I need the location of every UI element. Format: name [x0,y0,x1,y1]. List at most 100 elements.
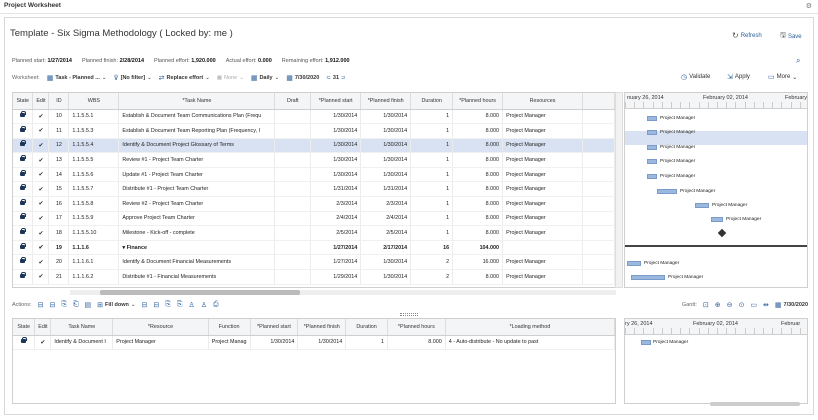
draft-cell[interactable] [274,225,312,241]
planned-start-cell[interactable]: 2/5/2014 [310,225,362,241]
replace-effort-dropdown[interactable]: ⇄ Replace effort ⌄ [159,74,210,82]
none-dropdown[interactable]: ▦ None ⌄ [217,75,244,81]
task-name-cell[interactable]: Review #1 - Project Team Charter [118,152,276,168]
planned-start-cell[interactable]: 1/31/2014 [310,181,362,198]
resource-cell[interactable]: Project Manager [112,335,209,351]
column-header[interactable]: *Resource [112,319,209,336]
more-button[interactable]: ▭ More ⌄ [768,73,797,81]
task-grid-vscroll[interactable] [615,92,623,288]
column-header[interactable]: *Planned start [250,319,299,336]
resources-cell[interactable] [502,240,583,256]
task-name-cell[interactable]: ▾ Finance [118,240,276,256]
edit-cell[interactable]: ✔ [32,138,50,154]
planned-finish-cell[interactable]: 1/30/2014 [360,123,412,139]
column-header[interactable]: *Planned hours [452,93,504,110]
resources-cell[interactable]: Project Manager [502,152,583,168]
table-row[interactable]: ✔ 13 1.1.5.5.5 Review #1 - Project Team Cha… [13,152,615,168]
planned-start-cell[interactable]: 1/30/2014 [310,152,362,168]
draft-cell[interactable] [274,240,312,256]
unlink-icon[interactable]: ⎘ [177,301,183,309]
column-header[interactable]: *Planned finish [297,319,347,336]
planned-hours-cell[interactable]: 8.000 [387,335,446,351]
duration-cell[interactable]: 1 [410,138,454,154]
resources-cell[interactable]: Project Manager [502,225,583,241]
duration-cell[interactable]: 2 [410,269,454,285]
edit-cell[interactable]: ✔ [32,167,50,183]
chevron-right-icon[interactable]: ⊃ [341,75,346,81]
draft-cell[interactable] [274,196,312,212]
search-zoom-icon[interactable]: ⌕ [796,56,800,66]
insert-above-icon[interactable]: ⊟ [49,301,55,309]
filter-dropdown[interactable]: ⊽ [No filter] ⌄ [113,74,151,82]
draft-cell[interactable] [274,167,312,183]
gantt-bar[interactable] [695,203,709,208]
column-header[interactable]: *Planned start [310,93,362,110]
resources-cell[interactable]: Project Manager [502,196,583,212]
column-header[interactable]: Duration [410,93,454,110]
daily-dropdown[interactable]: ▦ Daily ⌄ [251,74,279,82]
task-name-cell[interactable]: Identify & Document I [50,335,114,351]
settings-icon[interactable]: ⚙ [806,2,812,10]
planned-hours-cell[interactable]: 104.000 [452,240,504,256]
edit-cell[interactable]: ✔ [32,269,50,285]
loading-method-cell[interactable]: 4 - Auto-distribute - No update to past [445,335,615,351]
planned-start-cell[interactable]: 1/30/2014 [310,123,362,139]
planned-finish-cell[interactable]: 1/30/2014 [297,335,347,351]
date-picker[interactable]: ▦ 7/30/2020 [286,74,319,82]
task-name-cell[interactable]: Identify & Document Project Glossary of … [118,138,276,154]
resources-cell[interactable]: Project Manager [502,181,583,198]
edit-cell[interactable]: ✔ [32,109,50,125]
planned-finish-cell[interactable]: 1/30/2014 [360,254,412,271]
column-header[interactable]: State [13,93,34,110]
milestone-icon[interactable] [717,228,727,238]
column-header[interactable]: Function [208,319,251,336]
table-row[interactable]: ✔ 18 1.1.5.5.10 Milestone - Kick-off - comp… [13,225,615,241]
resources-cell[interactable]: Project Manager [502,167,583,183]
table-row[interactable]: ✔ 12 1.1.5.5.4 Identify & Document Project … [13,138,615,154]
planned-finish-cell[interactable]: 1/31/2014 [360,181,412,198]
column-header[interactable]: *Planned hours [387,319,446,336]
edit-cell[interactable]: ✔ [32,123,50,139]
gantt-bar[interactable] [711,217,723,222]
table-row[interactable]: ✔ 19 1.1.1.6 ▾ Finance 1/27/2014 2/17/2014 16 1… [13,240,615,256]
column-header[interactable]: *Task Name [118,93,276,110]
resources-cell[interactable]: Project Manager [502,211,583,227]
planned-hours-cell[interactable]: 16.000 [452,254,504,271]
planned-finish-cell[interactable]: 1/30/2014 [360,109,412,125]
planned-hours-cell[interactable]: 8.000 [452,196,504,212]
duration-cell[interactable]: 1 [410,225,454,241]
draft-cell[interactable] [274,109,312,125]
edit-cell[interactable]: ✔ [32,240,50,256]
copy-icon[interactable]: ⎘ [61,301,67,309]
resources-cell[interactable]: Project Manager [502,254,583,271]
planned-start-cell[interactable]: 1/30/2014 [310,109,362,125]
planned-start-cell[interactable]: 1/30/2014 [250,335,299,351]
gantt-bar[interactable] [627,261,641,266]
gantt-hscroll[interactable] [710,402,800,406]
planned-finish-cell[interactable]: 2/5/2014 [360,225,412,241]
column-header[interactable]: Task Name [50,319,114,336]
column-header[interactable]: Draft [274,93,312,110]
chevron-left-icon[interactable]: ⊂ [326,75,331,81]
assign-icon[interactable]: ♙ [201,301,207,309]
save-button[interactable]: 🖫 Save [780,31,802,42]
column-header[interactable]: *Loading method [445,319,615,336]
link-icon[interactable]: ⎘ [165,301,171,309]
planned-start-cell[interactable]: 1/30/2014 [310,167,362,183]
planned-hours-cell[interactable]: 8.000 [452,225,504,241]
zoom-in-icon[interactable]: ⊕ [715,301,721,309]
task-name-cell[interactable]: Milestone - Kick-off - complete [118,225,276,241]
table-row[interactable]: ✔ 14 1.1.5.5.6 Update #1 - Project Team Cha… [13,167,615,183]
planned-hours-cell[interactable]: 8.000 [452,269,504,285]
column-header[interactable]: Edit [32,93,50,110]
duration-cell[interactable]: 1 [410,123,454,139]
table-row[interactable]: ✔ 11 1.1.5.5.3 Establish & Document Team Re… [13,123,615,139]
planned-finish-cell[interactable]: 2/17/2014 [360,240,412,256]
planned-hours-cell[interactable]: 8.000 [452,138,504,154]
column-header[interactable]: Resources [502,93,583,110]
indent-icon[interactable]: ⊟ [142,301,148,309]
column-header[interactable]: WBS [68,93,120,110]
table-row[interactable]: ✔ 17 1.1.5.5.9 Approve Project Team Charter… [13,211,615,227]
duration-cell[interactable]: 1 [410,167,454,183]
resources-cell[interactable]: Project Manager [502,269,583,285]
